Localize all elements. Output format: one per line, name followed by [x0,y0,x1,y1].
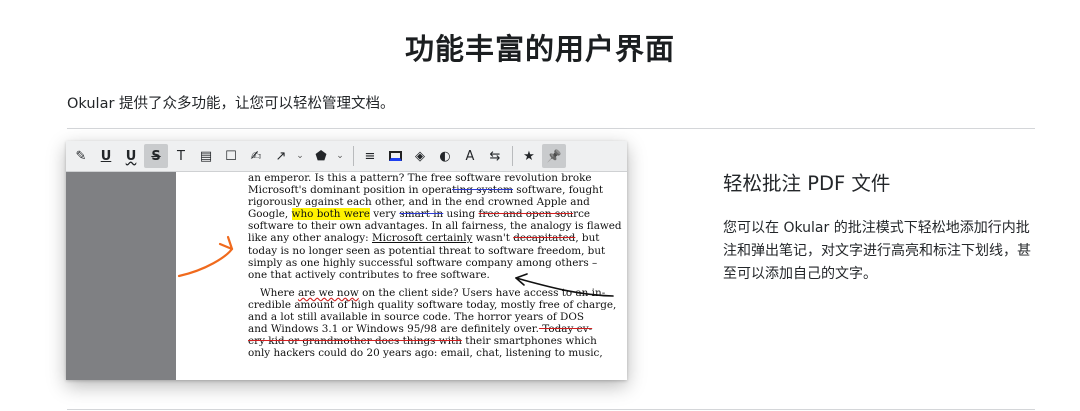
feature-description: 您可以在 Okular 的批注模式下轻松地添加行内批注和弹出笔记，对文字进行高亮… [723,220,1031,282]
favorite-icon[interactable]: ★ [517,144,541,168]
highlighter-icon[interactable]: ✎ [69,144,93,168]
divider [67,409,1035,410]
toolbar-separator [512,146,513,166]
annotation-toolbar: ✎ U U S T ▤ ☐ ✍ ↗ ⌄ ⬟ ⌄ ≡ ◈ ◐ A ⇆ ★ 📌 [66,141,627,172]
page-title: 功能丰富的用户界面 [404,32,675,66]
squiggle-icon[interactable]: U [119,144,143,168]
strikeout-icon[interactable]: S [144,144,168,168]
typewriter-icon[interactable]: T [169,144,193,168]
arrow-icon[interactable]: ↗ [269,144,293,168]
font-icon[interactable]: A [458,144,482,168]
popup-note-icon[interactable]: ☐ [219,144,243,168]
inline-note-icon[interactable]: ▤ [194,144,218,168]
toolbar-separator [353,146,354,166]
opacity-icon[interactable]: ◐ [433,144,457,168]
squiggle-glyph: U [125,148,137,164]
underline-icon[interactable]: U [94,144,118,168]
orange-freehand-arrow[interactable] [177,235,234,278]
black-arrow[interactable] [515,273,614,297]
chevron-down-icon[interactable]: ⌄ [294,144,306,168]
annotation-arrows [177,235,614,297]
stamp-icon[interactable]: ⬟ [309,144,333,168]
color-icon[interactable] [383,144,407,168]
feature-heading: 轻松批注 PDF 文件 [723,172,891,195]
underline-glyph: U [100,148,112,164]
freehand-line-icon[interactable]: ✍ [244,144,268,168]
okular-screenshot: ✎ U U S T ▤ ☐ ✍ ↗ ⌄ ⬟ ⌄ ≡ ◈ ◐ A ⇆ ★ 📌 an… [66,141,627,380]
pin-icon[interactable]: 📌 [542,144,566,168]
advanced-settings-icon[interactable]: ⇆ [483,144,507,168]
intro-text: Okular 提供了众多功能，让您可以轻松管理文档。 [67,96,395,112]
sidebar-panel [66,172,176,380]
pin-glyph: 📌 [546,149,562,163]
fill-icon[interactable]: ◈ [408,144,432,168]
color-swatch [388,151,402,161]
document-page[interactable]: an emperor. Is this a pattern? The free … [176,172,627,380]
chevron-down-icon[interactable]: ⌄ [334,144,346,168]
line-width-icon[interactable]: ≡ [358,144,382,168]
divider [67,128,1035,129]
strikeout-glyph: S [151,148,161,164]
